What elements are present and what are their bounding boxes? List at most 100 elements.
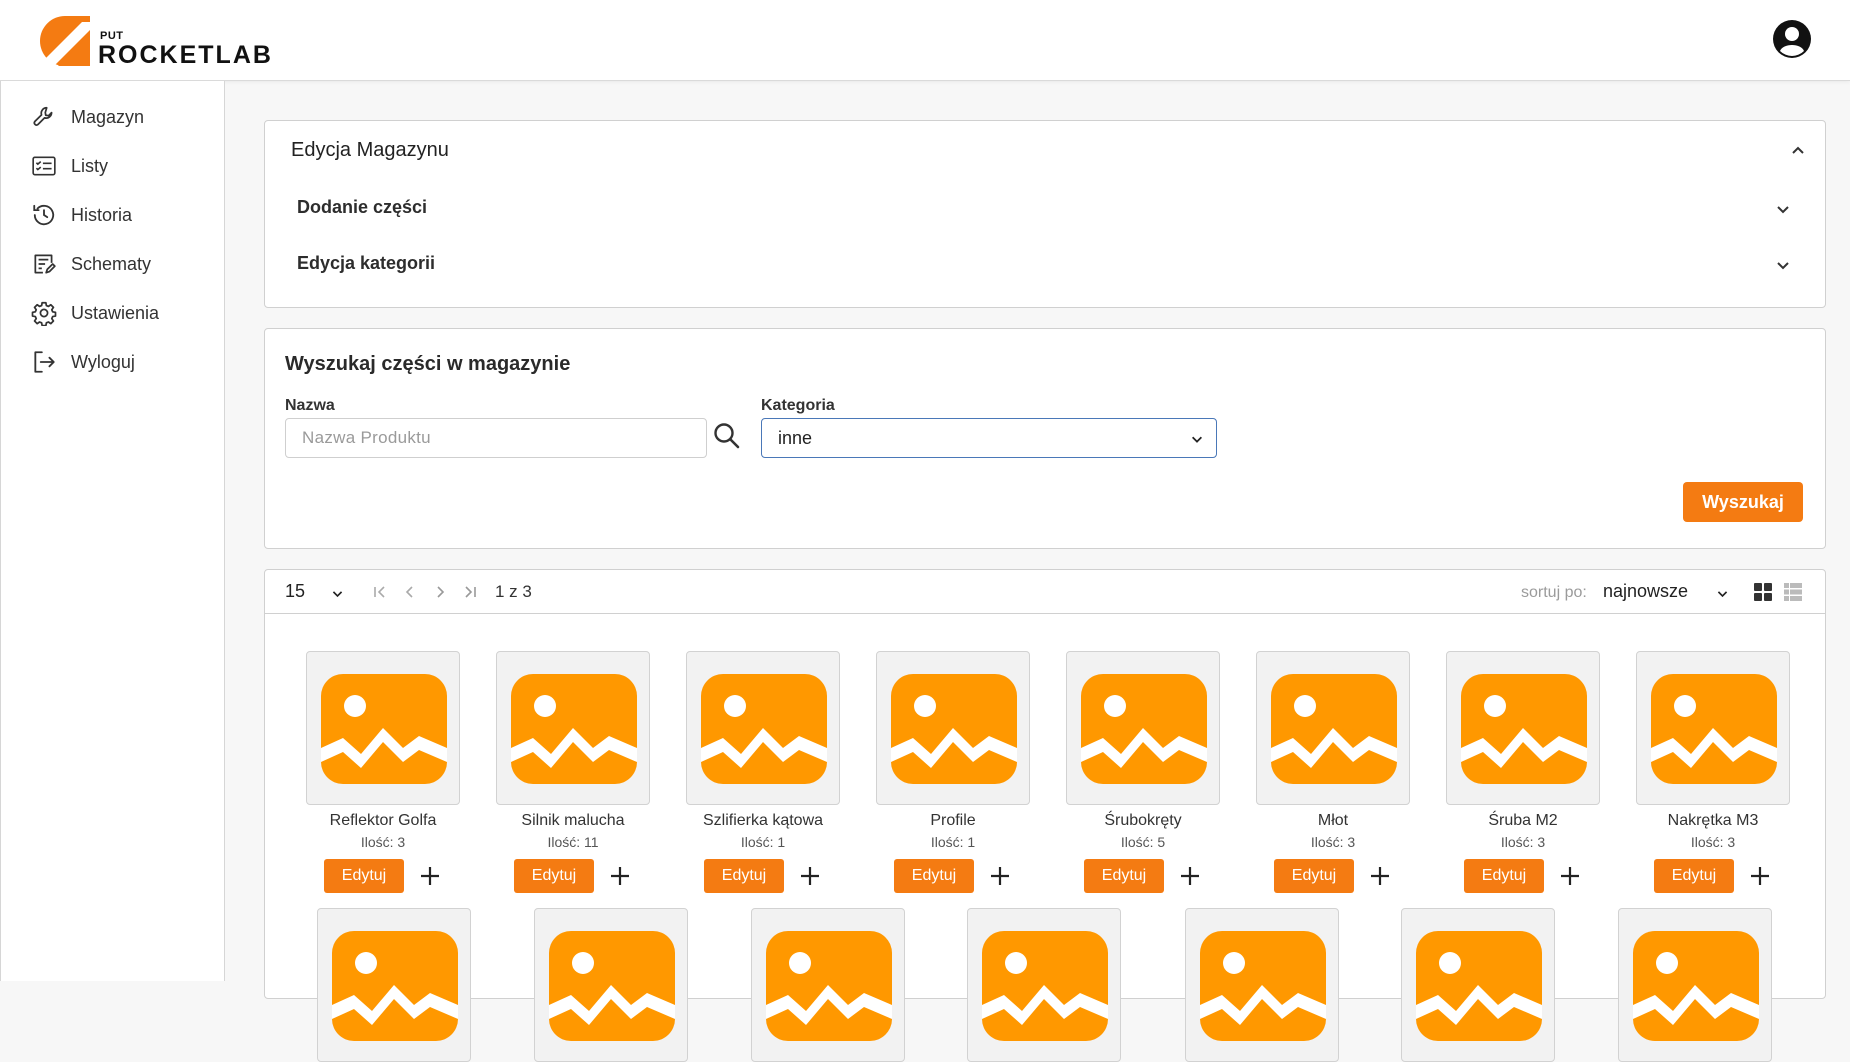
product-card: Profile Ilość: 1 Edytuj	[857, 651, 1030, 893]
image-placeholder-icon	[1081, 674, 1207, 784]
product-image[interactable]	[1618, 908, 1772, 1062]
edit-button[interactable]: Edytuj	[514, 859, 594, 893]
product-quantity: Ilość: 1	[930, 834, 976, 850]
product-image[interactable]	[534, 908, 688, 1062]
per-page-select[interactable]: 15	[285, 581, 345, 605]
image-placeholder-icon	[1200, 931, 1326, 1041]
product-name-input[interactable]	[285, 418, 707, 458]
product-image[interactable]	[317, 908, 471, 1062]
product-image[interactable]	[1185, 908, 1339, 1062]
accordion-section-edit-category[interactable]: Edycja kategorii	[297, 253, 435, 274]
edit-button[interactable]: Edytuj	[1084, 859, 1164, 893]
results-panel: 15 1 z 3 sortuj po: najnowsze Reflektor …	[264, 569, 1826, 1062]
product-image[interactable]	[1401, 908, 1555, 1062]
edit-button[interactable]: Edytuj	[894, 859, 974, 893]
image-placeholder-icon	[1416, 931, 1542, 1041]
sidebar-item-wyloguj[interactable]: Wyloguj	[31, 347, 211, 377]
image-placeholder-icon	[321, 674, 447, 784]
chevron-down-icon[interactable]	[1775, 257, 1791, 273]
grid-view-icon[interactable]	[1753, 582, 1773, 602]
chevron-down-icon	[1192, 436, 1202, 443]
last-page-icon[interactable]	[461, 583, 479, 601]
product-card: Śruba M2 Ilość: 3 Edytuj	[1427, 651, 1600, 893]
product-image[interactable]	[876, 651, 1030, 805]
plus-icon[interactable]	[1367, 863, 1393, 889]
logout-icon	[34, 351, 55, 373]
category-select[interactable]: inne	[761, 418, 1217, 458]
sidebar-item-label: Magazyn	[71, 106, 145, 127]
sidebar-item-historia[interactable]: Historia	[31, 200, 211, 230]
accordion-title[interactable]: Edycja Magazynu	[291, 139, 449, 162]
sidebar-item-label: Ustawienia	[71, 302, 160, 323]
product-quantity: Ilość: 3	[1500, 834, 1546, 850]
image-placeholder-icon	[511, 674, 637, 784]
sidebar-item-magazyn[interactable]: Magazyn	[31, 102, 211, 132]
product-image[interactable]	[967, 908, 1121, 1062]
plus-icon[interactable]	[1747, 863, 1773, 889]
product-card: Nakrętka M3 Ilość: 3 Edytuj	[1617, 651, 1790, 893]
image-placeholder-icon	[549, 931, 675, 1041]
plus-icon[interactable]	[797, 863, 823, 889]
rocket-logo-icon	[40, 16, 90, 68]
image-placeholder-icon	[1461, 674, 1587, 784]
plus-icon[interactable]	[607, 863, 633, 889]
image-placeholder-icon	[1633, 931, 1759, 1041]
product-image[interactable]	[306, 651, 460, 805]
category-label: Kategoria	[761, 397, 835, 414]
name-label: Nazwa	[285, 397, 335, 414]
edit-warehouse-accordion: Edycja Magazynu Dodanie części Edycja ka…	[264, 120, 1826, 308]
plus-icon[interactable]	[1177, 863, 1203, 889]
product-image[interactable]	[751, 908, 905, 1062]
edit-button[interactable]: Edytuj	[704, 859, 784, 893]
product-card: Śrubokręty Ilość: 5 Edytuj	[1047, 651, 1220, 893]
next-page-icon[interactable]	[431, 583, 449, 601]
category-value: inne	[778, 428, 813, 448]
product-name: Śruba M2	[1488, 812, 1558, 829]
chevron-up-icon[interactable]	[1790, 143, 1806, 159]
product-name: Reflektor Golfa	[329, 812, 437, 829]
sidebar-item-label: Historia	[71, 204, 133, 225]
chevron-down-icon[interactable]	[1775, 201, 1791, 217]
image-placeholder-icon	[701, 674, 827, 784]
sidebar-item-schematy[interactable]: Schematy	[31, 249, 211, 279]
search-button[interactable]: Wyszukaj	[1683, 482, 1803, 522]
product-image[interactable]	[1636, 651, 1790, 805]
top-bar: PUT ROCKETLAB	[0, 0, 1850, 81]
plus-icon[interactable]	[987, 863, 1013, 889]
edit-button[interactable]: Edytuj	[1654, 859, 1734, 893]
wrench-icon	[33, 106, 53, 126]
user-account-icon[interactable]	[1772, 19, 1812, 59]
product-quantity: Ilość: 1	[740, 834, 786, 850]
product-image[interactable]	[1066, 651, 1220, 805]
product-name: Profile	[930, 812, 976, 829]
product-image[interactable]	[1446, 651, 1600, 805]
results-toolbar: 15 1 z 3 sortuj po: najnowsze	[265, 570, 1825, 614]
sidebar-item-label: Listy	[71, 155, 109, 176]
history-icon	[33, 204, 55, 226]
sidebar-item-listy[interactable]: Listy	[31, 151, 211, 181]
edit-button[interactable]: Edytuj	[324, 859, 404, 893]
edit-button[interactable]: Edytuj	[1274, 859, 1354, 893]
rocketlab-logo[interactable]: PUT ROCKETLAB	[38, 14, 278, 69]
product-image[interactable]	[496, 651, 650, 805]
sort-select[interactable]: najnowsze	[1603, 581, 1733, 605]
logo-name: ROCKETLAB	[98, 41, 273, 69]
product-image[interactable]	[1256, 651, 1410, 805]
sidebar-item-ustawienia[interactable]: Ustawienia	[31, 298, 211, 328]
list-view-icon[interactable]	[1783, 582, 1803, 602]
image-placeholder-icon	[1651, 674, 1777, 784]
chevron-down-icon	[332, 591, 343, 598]
product-name: Młot	[1317, 812, 1349, 829]
product-card: Silnik malucha Ilość: 11 Edytuj	[477, 651, 650, 893]
accordion-section-add-part[interactable]: Dodanie części	[297, 197, 427, 218]
prev-page-icon[interactable]	[401, 583, 419, 601]
plus-icon[interactable]	[1557, 863, 1583, 889]
sort-label: sortuj po:	[1521, 584, 1587, 601]
first-page-icon[interactable]	[371, 583, 389, 601]
sidebar: Magazyn Listy Historia Schematy Ustawien…	[0, 81, 225, 981]
product-quantity: Ilość: 5	[1120, 834, 1166, 850]
search-icon[interactable]	[711, 420, 743, 452]
product-image[interactable]	[686, 651, 840, 805]
plus-icon[interactable]	[417, 863, 443, 889]
edit-button[interactable]: Edytuj	[1464, 859, 1544, 893]
